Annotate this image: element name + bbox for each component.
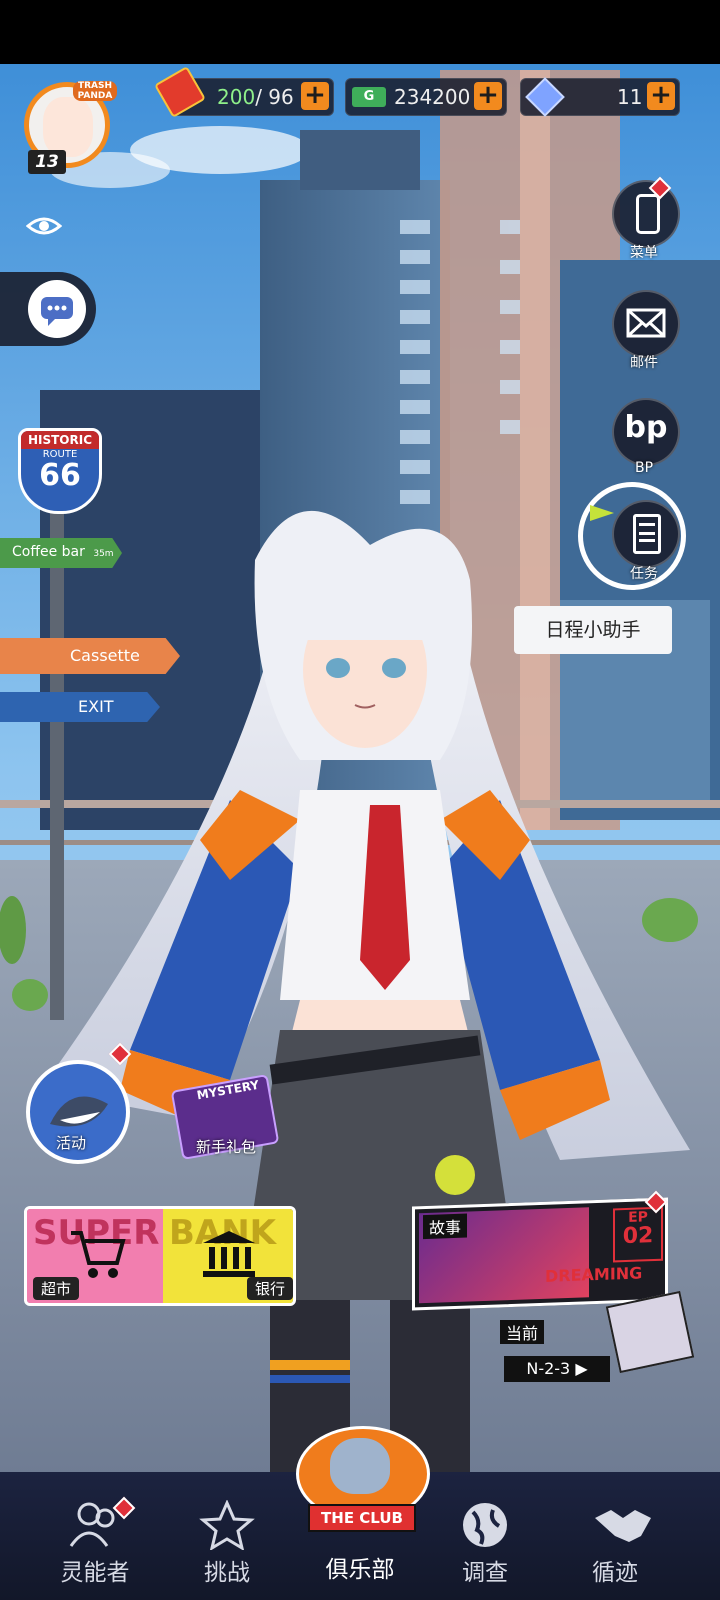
tasks-button[interactable] [612, 500, 680, 568]
coffee-sign-text: Coffee bar [12, 544, 85, 560]
cash-icon: G [352, 87, 386, 107]
game-scene-background [0, 0, 720, 1480]
supermarket-button[interactable]: SUPER 超市 [27, 1209, 163, 1303]
crystal-value: 11 [617, 85, 643, 109]
crystal-icon [525, 77, 565, 117]
nav-psychics-label: 灵能者 [60, 1560, 130, 1586]
play-icon: ▶ [575, 1359, 588, 1378]
nav-trace[interactable] [568, 1500, 678, 1554]
bank-icon [203, 1231, 255, 1277]
cart-icon [71, 1231, 126, 1278]
shop-bank-ticket: SUPER 超市 BANK 银行 [24, 1206, 296, 1306]
bank-label: 银行 [246, 1277, 293, 1300]
avatar-badge: TRASH PANDA [73, 81, 117, 101]
stamina-value: 200/ 96 [217, 85, 294, 109]
nav-challenge-label: 挑战 [204, 1560, 250, 1586]
story-deco: DREAMING [545, 1263, 643, 1286]
supermarket-label: 超市 [33, 1277, 80, 1300]
mail-label: 邮件 [630, 355, 658, 371]
menu-label: 菜单 [630, 245, 658, 261]
bp-button[interactable]: bp [612, 398, 680, 466]
nav-club-label: 俱乐部 [325, 1557, 395, 1583]
clipboard-icon [633, 514, 661, 554]
bp-label: BP [634, 460, 654, 476]
current-label: 当前 [500, 1320, 545, 1344]
nav-investigate-label: 调查 [462, 1560, 508, 1586]
globe-icon [463, 1503, 507, 1547]
chat-icon [28, 280, 86, 338]
eye-icon[interactable] [25, 216, 63, 236]
story-episode-num: 02 [622, 1223, 654, 1250]
add-stamina-button[interactable]: + [301, 82, 329, 110]
shark-mascot-icon [330, 1438, 390, 1494]
bank-button[interactable]: BANK 银行 [163, 1209, 293, 1303]
avatar-face [43, 97, 93, 157]
phone-icon [636, 194, 660, 234]
stamina-current: 200 [217, 85, 256, 109]
stamina-max: 96 [268, 85, 294, 109]
stamina-bar: 200/ 96 + [154, 66, 334, 118]
route66-top: HISTORIC [21, 431, 99, 449]
schedule-assistant-tooltip[interactable]: 日程小助手 [514, 606, 672, 654]
exit-sign: EXIT [0, 692, 160, 722]
menu-button[interactable] [612, 180, 680, 248]
cash-icon-text: G [363, 89, 375, 104]
activity-button[interactable]: 活动 [26, 1060, 130, 1164]
bp-icon: bp [624, 410, 668, 445]
cassette-sign: Cassette [0, 638, 180, 674]
route66-num: 66 [39, 458, 81, 493]
coffee-sign-sub: 35m [93, 549, 114, 559]
activity-label: 活动 [56, 1134, 87, 1152]
story-label: 故事 [423, 1213, 468, 1240]
cash-bar: G 234200 + [345, 78, 507, 116]
story-episode-badge: EP 02 [613, 1206, 663, 1263]
newbie-pack-label: 新手礼包 [196, 1138, 257, 1156]
coffee-sign: Coffee bar 35m [0, 538, 122, 568]
mail-icon [626, 308, 666, 338]
nav-challenge[interactable] [172, 1499, 282, 1554]
story-panel[interactable]: 故事 EP 02 DREAMING [412, 1197, 668, 1311]
nav-club[interactable]: THE CLUB [290, 1418, 430, 1538]
star-icon [199, 1499, 255, 1552]
add-crystal-button[interactable]: + [647, 82, 675, 110]
chat-panel[interactable] [0, 272, 96, 346]
player-level: 13 [28, 150, 66, 174]
tasks-label: 任务 [630, 566, 658, 582]
club-logo-text: THE CLUB [308, 1504, 416, 1532]
add-cash-button[interactable]: + [474, 82, 502, 110]
current-stage: N-2-3 [526, 1359, 571, 1378]
handshake-icon [595, 1510, 651, 1542]
mail-button[interactable] [612, 290, 680, 358]
cash-value: 234200 [394, 85, 471, 109]
nav-trace-label: 循迹 [592, 1560, 638, 1586]
crystal-bar: 11 + [520, 77, 680, 117]
nav-investigate[interactable] [430, 1500, 540, 1554]
route66-sign: HISTORIC ROUTE 66 [18, 428, 102, 514]
current-stage-button[interactable]: N-2-3 ▶ [504, 1356, 610, 1382]
